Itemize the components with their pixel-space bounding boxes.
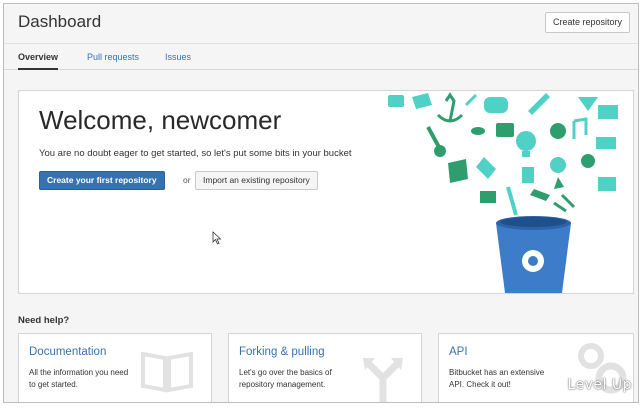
documentation-description: All the information you need to get star… (29, 368, 129, 389)
tag-icon (476, 157, 496, 179)
screen-icon (598, 105, 618, 119)
import-repository-button[interactable]: Import an existing repository (195, 171, 318, 190)
clock-icon (550, 157, 566, 173)
gamepad-icon (484, 97, 508, 113)
tab-issues[interactable]: Issues (165, 52, 191, 62)
forking-pulling-link[interactable]: Forking & pulling (239, 346, 325, 358)
help-card-documentation[interactable]: Documentation All the information you ne… (18, 333, 212, 402)
watermark: Level Up (567, 377, 632, 393)
page-title: Dashboard (18, 12, 102, 31)
welcome-subtitle: You are no doubt eager to get started, s… (39, 148, 352, 159)
create-first-repository-button[interactable]: Create your first repository (39, 171, 165, 190)
chart-board-icon (448, 159, 468, 183)
envelope-icon (480, 191, 496, 203)
api-link[interactable]: API (449, 346, 468, 358)
bug-icon (554, 177, 564, 189)
tab-bar: Overview Pull requests Issues (4, 44, 638, 70)
paperclip-icon (506, 186, 518, 216)
lightbulb-icon (516, 131, 536, 151)
check-icon (550, 123, 566, 139)
pencil-icon (528, 93, 550, 115)
mouse-cursor-icon (212, 231, 222, 245)
usb-icon (553, 193, 576, 213)
api-description: Bitbucket has an extensive API. Check it… (449, 368, 545, 389)
bucket-icon (496, 216, 571, 293)
card-icon (596, 137, 616, 149)
welcome-panel: Welcome, newcomer You are no doubt eager… (18, 90, 634, 294)
app-window: Dashboard Create repository Overview Pul… (3, 3, 639, 403)
or-separator: or (183, 175, 191, 185)
ticket-icon (412, 93, 432, 109)
anchor-icon (436, 92, 464, 123)
football-icon (471, 127, 485, 135)
documentation-link[interactable]: Documentation (29, 346, 106, 358)
pill-icon (530, 189, 550, 201)
welcome-title: Welcome, newcomer (39, 105, 282, 135)
bucket-illustration (388, 92, 618, 293)
tab-overview[interactable]: Overview (18, 52, 59, 70)
tab-pull-requests[interactable]: Pull requests (87, 52, 139, 62)
brush-icon (464, 93, 478, 107)
need-help-heading: Need help? (18, 315, 70, 326)
fork-arrows-icon (363, 358, 403, 402)
lamp-icon (578, 97, 598, 111)
radiation-icon (581, 154, 595, 168)
create-repository-button[interactable]: Create repository (544, 12, 630, 33)
forking-pulling-description: Let's go over the basics of repository m… (239, 368, 332, 389)
clipboard-icon (522, 167, 534, 183)
help-card-forking[interactable]: Forking & pulling Let's go over the basi… (228, 333, 422, 402)
music-icon (572, 117, 588, 139)
book-icon (141, 351, 193, 393)
monitor-icon (598, 177, 616, 191)
page-header: Dashboard Create repository (4, 4, 638, 44)
briefcase-icon (496, 123, 514, 137)
chat-icon (388, 95, 404, 107)
